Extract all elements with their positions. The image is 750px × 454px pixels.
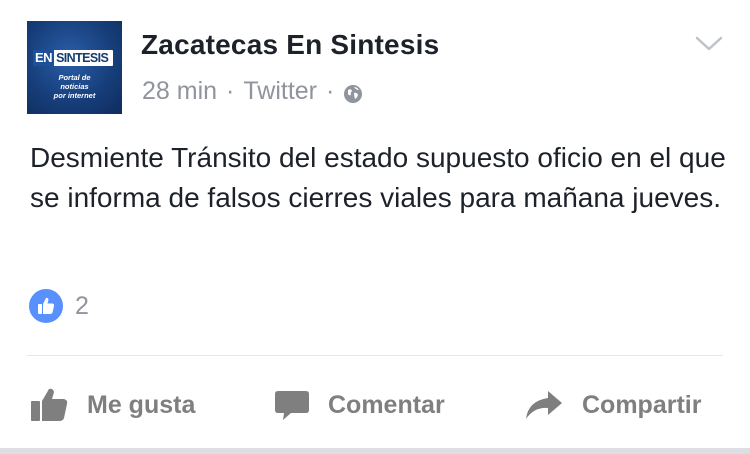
post-meta: 28 min · Twitter · [142,77,363,106]
thumbs-up-icon [31,388,68,421]
post-source: Twitter [243,77,317,105]
reaction-count: 2 [75,291,89,320]
divider [27,355,723,356]
post-text: Desmiente Tránsito del estado supuesto o… [30,142,726,213]
page-name-link[interactable]: Zacatecas En Sintesis [141,29,439,61]
like-button[interactable]: Me gusta [29,380,195,430]
globe-icon [343,82,363,103]
like-icon [27,287,65,325]
share-button-label: Compartir [582,390,702,419]
meta-separator: · [226,77,235,105]
avatar-tagline: Portal de noticias por internet [53,73,96,100]
avatar-logo-word: SINTESIS [56,51,109,65]
comment-button-label: Comentar [328,390,445,419]
action-bar: Me gusta Comentar Compartir [27,380,727,430]
avatar-logo: EN SINTESIS [33,50,113,66]
like-button-label: Me gusta [87,390,196,419]
share-arrow-icon [526,391,562,419]
avatar-logo-en: EN [33,50,55,66]
chevron-down-icon[interactable] [694,34,724,54]
comment-button[interactable]: Comentar [274,380,445,430]
bottom-separator [0,448,750,454]
comment-icon [275,391,309,420]
post-time[interactable]: 28 min [142,77,217,106]
share-button[interactable]: Compartir [524,380,701,430]
reaction-summary[interactable]: 2 [27,287,89,325]
meta-separator: · [326,77,335,105]
post-header-avatar[interactable]: EN SINTESIS Portal de noticias por inter… [27,21,122,114]
